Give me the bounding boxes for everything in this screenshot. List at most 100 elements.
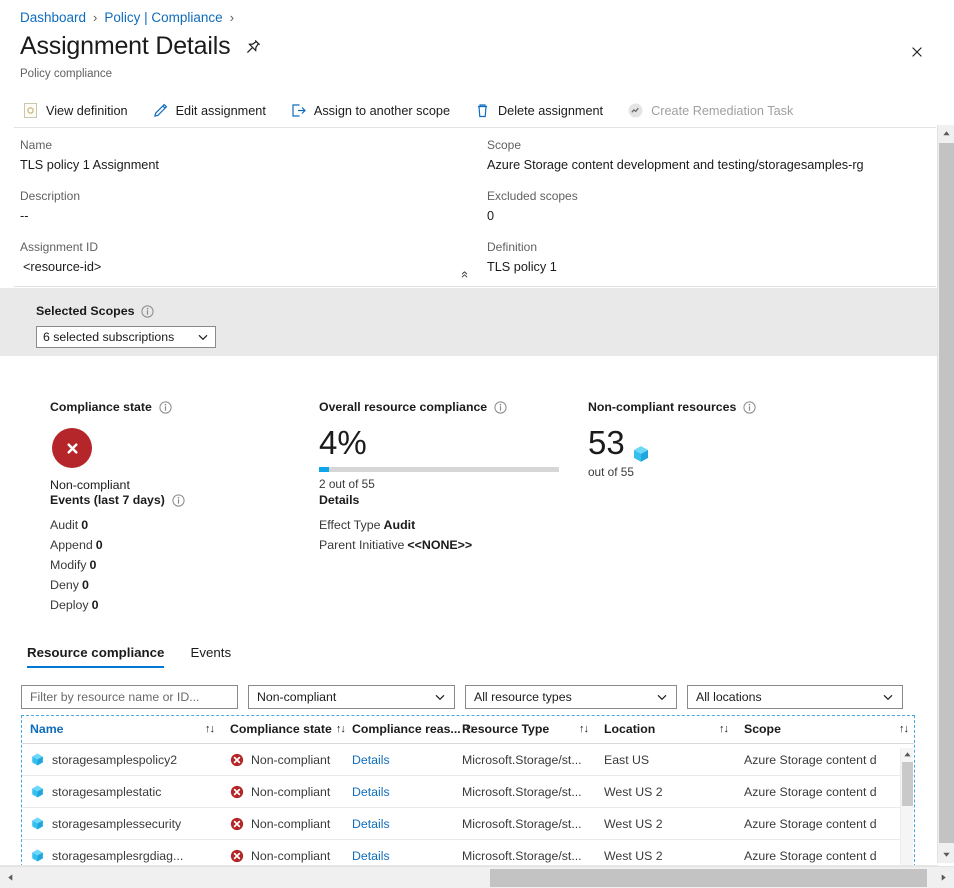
detail-value: Azure Storage content development and te… <box>487 156 927 174</box>
detail-label: Definition <box>487 239 927 256</box>
details-link[interactable]: Details <box>352 817 390 831</box>
column-header-compliance-state[interactable]: Compliance state ↑↓ <box>222 716 344 744</box>
location-filter[interactable]: All locations <box>687 685 903 709</box>
page-title: Assignment Details <box>20 32 230 61</box>
breadcrumb-item-dashboard[interactable]: Dashboard <box>20 10 86 25</box>
cube-icon <box>30 848 45 863</box>
cell-compliance-reason[interactable]: Details <box>344 744 454 776</box>
detail-value: 0 <box>487 207 927 225</box>
events-heading-row: Events (last 7 days) <box>50 493 310 507</box>
info-icon[interactable] <box>494 401 507 414</box>
cube-icon <box>631 433 651 453</box>
view-definition-button[interactable]: View definition <box>20 99 140 122</box>
scroll-right-icon[interactable] <box>935 867 952 888</box>
page-vertical-scrollbar[interactable] <box>937 125 954 863</box>
scroll-up-icon[interactable] <box>938 125 954 142</box>
detail-value: TLS policy 1 <box>487 258 927 276</box>
column-header-scope[interactable]: Scope ↑↓ <box>736 716 915 744</box>
scroll-down-icon[interactable] <box>938 846 954 863</box>
non-compliant-count: 53 <box>588 423 625 463</box>
resource-name-link[interactable]: storagesamplestatic <box>52 785 161 799</box>
detail-label: Name <box>20 137 470 154</box>
assign-to-another-scope-button[interactable]: Assign to another scope <box>288 99 462 122</box>
table-row[interactable]: storagesamplesrgdiag... Non-compliant Deta… <box>22 840 915 868</box>
cube-icon <box>30 784 45 799</box>
details-link[interactable]: Details <box>352 785 390 799</box>
error-x-icon <box>230 785 244 799</box>
column-label: Scope <box>744 722 781 736</box>
info-icon[interactable] <box>172 494 185 507</box>
details-link[interactable]: Details <box>352 849 390 863</box>
cell-compliance-state: Non-compliant <box>222 840 344 868</box>
detail-field-assignment-id: Assignment ID <resource-id> <box>20 239 470 276</box>
delete-assignment-label: Delete assignment <box>498 104 603 118</box>
detail-value: -- <box>20 207 470 225</box>
resource-name-link[interactable]: storagesamplespolicy2 <box>52 753 177 767</box>
page-title-row: Assignment Details <box>20 32 262 61</box>
non-compliant-resources-card: Non-compliant resources 53 <box>588 400 848 479</box>
tab-resource-compliance[interactable]: Resource compliance <box>27 645 164 668</box>
table-row[interactable]: storagesamplespolicy2 Non-compliant Detail… <box>22 744 915 776</box>
detail-field-definition: Definition TLS policy 1 <box>487 239 927 276</box>
detail-label: Assignment ID <box>20 239 470 256</box>
scroll-up-icon[interactable] <box>903 750 912 759</box>
scroll-left-icon[interactable] <box>2 867 19 888</box>
resource-name-link[interactable]: storagesamplesrgdiag... <box>52 849 183 863</box>
details-link[interactable]: Details <box>352 753 390 767</box>
tab-events[interactable]: Events <box>190 645 231 668</box>
info-icon[interactable] <box>743 401 756 414</box>
error-x-icon <box>230 753 244 767</box>
table-vertical-scrollbar[interactable] <box>900 748 913 865</box>
resource-type-filter[interactable]: All resource types <box>465 685 677 709</box>
cell-compliance-state: Non-compliant <box>222 808 344 840</box>
cell-name[interactable]: storagesamplesrgdiag... <box>22 840 222 868</box>
resource-name-link[interactable]: storagesamplessecurity <box>52 817 181 831</box>
collapse-details-chevron-icon[interactable]: « <box>459 271 472 278</box>
assign-to-another-scope-label: Assign to another scope <box>314 104 450 118</box>
selected-scopes-dropdown[interactable]: 6 selected subscriptions <box>36 326 216 348</box>
cell-compliance-state: Non-compliant <box>222 744 344 776</box>
cell-compliance-reason[interactable]: Details <box>344 776 454 808</box>
info-icon[interactable] <box>159 401 172 414</box>
cell-resource-type: Microsoft.Storage/st... <box>454 840 596 868</box>
cell-compliance-reason[interactable]: Details <box>344 808 454 840</box>
pin-icon[interactable] <box>244 38 262 56</box>
policy-details-card: Details Effect TypeAudit Parent Initiati… <box>319 493 619 555</box>
cell-scope: Azure Storage content d <box>736 776 915 808</box>
sort-arrows-icon: ↑↓ <box>719 723 728 735</box>
breadcrumb-separator-icon: › <box>93 10 97 25</box>
cell-name[interactable]: storagesamplespolicy2 <box>22 744 222 776</box>
column-header-resource-type[interactable]: Resource Type ↑↓ <box>454 716 596 744</box>
page-horizontal-scrollbar[interactable] <box>0 866 954 888</box>
column-header-compliance-reason[interactable]: Compliance reas... ↑↓ <box>344 716 454 744</box>
search-input[interactable]: Filter by resource name or ID... <box>21 685 238 709</box>
cell-name[interactable]: storagesamplessecurity <box>22 808 222 840</box>
compliance-state-filter[interactable]: Non-compliant <box>248 685 455 709</box>
table-row[interactable]: storagesamplessecurity Non-compliant Detai… <box>22 808 915 840</box>
column-label: Location <box>604 722 655 736</box>
cell-compliance-reason[interactable]: Details <box>344 840 454 868</box>
detail-row-parent-initiative: Parent Initiative<<NONE>> <box>319 535 619 555</box>
non-compliant-count-row: 53 <box>588 423 848 463</box>
location-filter-value: All locations <box>696 690 762 704</box>
table-row[interactable]: storagesamplestaticNon-compliantDetailsM… <box>22 776 915 808</box>
page-hscroll-thumb[interactable] <box>490 869 927 887</box>
page-scroll-thumb[interactable] <box>939 143 954 843</box>
delete-assignment-button[interactable]: Delete assignment <box>472 99 615 122</box>
error-x-icon <box>230 849 244 863</box>
info-icon[interactable] <box>141 305 154 318</box>
close-icon[interactable] <box>906 41 928 63</box>
table-scroll-thumb[interactable] <box>902 762 913 806</box>
command-toolbar: View definition Edit assignment Assign t… <box>20 99 815 122</box>
breadcrumb-item-policy-compliance[interactable]: Policy | Compliance <box>104 10 222 25</box>
pencil-icon <box>152 102 169 119</box>
column-header-location[interactable]: Location ↑↓ <box>596 716 736 744</box>
document-icon <box>22 102 39 119</box>
compliance-state-text: Non-compliant <box>251 817 330 831</box>
resource-compliance-table: Name ↑↓ Compliance state ↑↓ Compliance r… <box>21 715 915 867</box>
events-heading: Events (last 7 days) <box>50 493 165 507</box>
cell-name[interactable]: storagesamplestatic <box>22 776 222 808</box>
column-header-name[interactable]: Name ↑↓ <box>22 716 222 744</box>
chevron-down-icon <box>882 691 894 703</box>
edit-assignment-button[interactable]: Edit assignment <box>150 99 278 122</box>
